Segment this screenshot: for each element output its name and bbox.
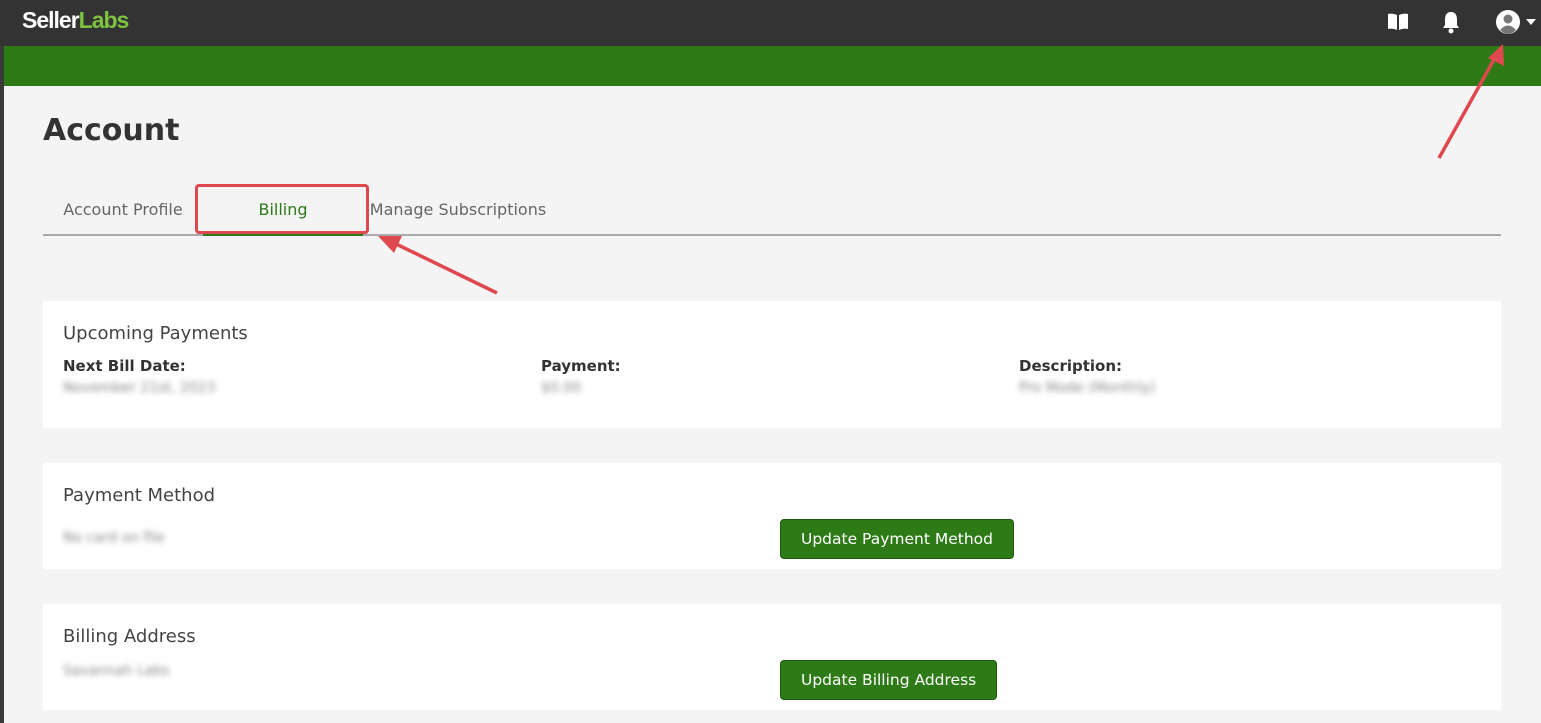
page-title: Account [43, 113, 180, 148]
payment-value: $0.00 [541, 380, 582, 396]
billing-address-title: Billing Address [63, 626, 196, 647]
update-payment-method-button[interactable]: Update Payment Method [780, 519, 1014, 559]
update-billing-address-button[interactable]: Update Billing Address [780, 660, 998, 700]
next-bill-date-value: November 21st, 2023 [63, 380, 216, 396]
upcoming-payments-title: Upcoming Payments [63, 323, 248, 344]
bell-icon[interactable] [1439, 9, 1463, 35]
green-header-band [4, 46, 1541, 86]
logo-text-seller: Seller [22, 7, 80, 33]
caret-down-icon[interactable] [1524, 9, 1538, 35]
payment-method-card: Payment Method No card on file Update Pa… [43, 463, 1501, 569]
next-bill-date-label: Next Bill Date: [63, 357, 186, 375]
tab-billing[interactable]: Billing [203, 186, 363, 236]
payment-method-title: Payment Method [63, 485, 216, 506]
logo-text-labs: Labs [78, 7, 130, 33]
billing-address-card: Billing Address Savannah Labs Update Bil… [43, 604, 1501, 710]
tab-manage-subscriptions[interactable]: Manage Subscriptions [363, 186, 553, 236]
account-tabs: Account Profile Billing Manage Subscript… [43, 186, 1501, 236]
payment-method-value: No card on file [63, 530, 165, 546]
description-label: Description: [1019, 357, 1123, 375]
account-page: Account Account Profile Billing Manage S… [4, 86, 1541, 723]
payment-label: Payment: [541, 357, 621, 375]
user-avatar-icon[interactable] [1494, 9, 1522, 35]
book-icon[interactable] [1384, 9, 1412, 35]
billing-address-value: Savannah Labs [63, 663, 170, 679]
top-navigation-bar: SellerLabs [0, 0, 1541, 46]
upcoming-payments-card: Upcoming Payments Next Bill Date: Novemb… [43, 301, 1501, 428]
sellerlabs-logo[interactable]: SellerLabs [22, 7, 130, 34]
tab-account-profile[interactable]: Account Profile [43, 186, 203, 236]
description-value: Pro Mode (Monthly) [1019, 380, 1156, 396]
